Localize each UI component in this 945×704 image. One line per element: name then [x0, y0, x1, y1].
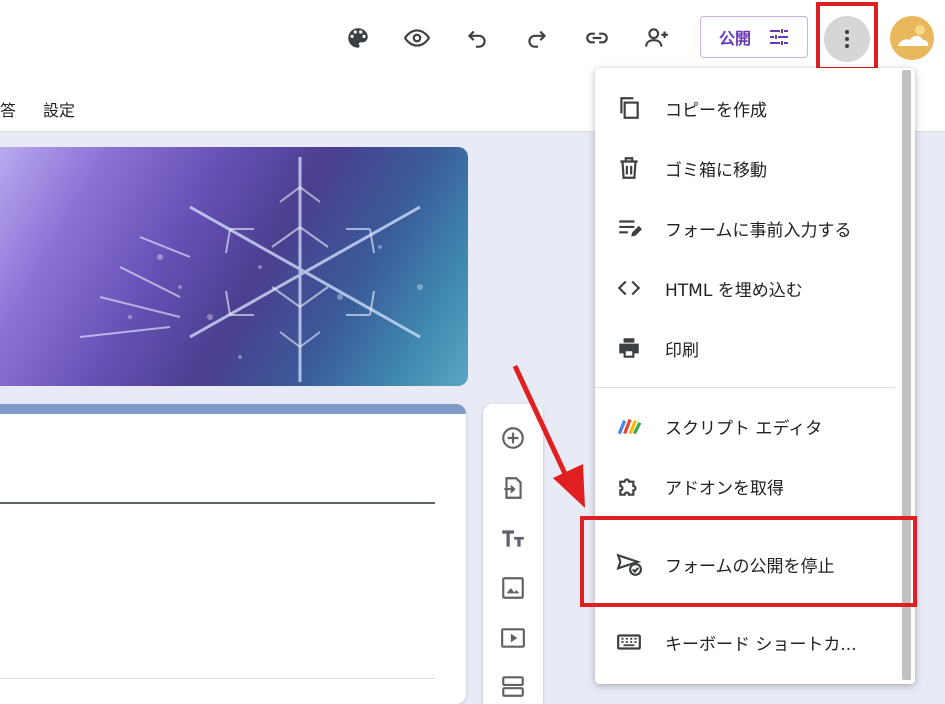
title-underline [0, 502, 435, 504]
menu-item-keyboard-shortcuts[interactable]: キーボード ショートカ... [595, 618, 900, 666]
menu-item-embed-html[interactable]: HTML を埋め込む [595, 264, 900, 312]
menu-item-label: アドオンを取得 [665, 478, 784, 499]
code-icon [615, 274, 643, 302]
menu-item-print[interactable]: 印刷 [595, 324, 900, 372]
tab-responses[interactable]: 答 [0, 97, 16, 121]
tab-settings[interactable]: 設定 [43, 97, 75, 121]
menu-item-label: スクリプト エディタ [665, 418, 823, 439]
keyboard-icon [615, 628, 643, 656]
menu-item-label: 印刷 [665, 340, 699, 361]
highlight-more-button [816, 2, 878, 71]
menu-item-make-copy[interactable]: コピーを作成 [595, 84, 900, 132]
apps-script-icon [615, 412, 643, 440]
tune-icon [770, 29, 789, 45]
form-title-card[interactable] [0, 404, 466, 704]
menu-item-move-to-trash[interactable]: ゴミ箱に移動 [595, 144, 900, 192]
prefill-icon [615, 214, 643, 242]
menu-item-label: キーボード ショートカ... [665, 634, 857, 655]
publish-button[interactable]: 公開 [700, 16, 808, 58]
print-icon [615, 334, 643, 362]
menu-divider [595, 387, 895, 388]
trash-icon [615, 154, 643, 182]
avatar[interactable] [890, 16, 934, 60]
add-title-icon[interactable] [499, 524, 527, 552]
menu-item-label: コピーを作成 [665, 100, 767, 121]
add-image-icon[interactable] [499, 574, 527, 602]
menu-item-get-addons[interactable]: アドオンを取得 [595, 462, 900, 510]
add-video-icon[interactable] [499, 624, 527, 652]
publish-label: 公開 [719, 29, 752, 48]
menu-item-label: フォームに事前入力する [665, 220, 852, 241]
puzzle-icon [615, 472, 643, 500]
preview-eye-icon[interactable] [399, 20, 435, 56]
menu-item-label: ゴミ箱に移動 [665, 160, 767, 181]
redo-icon[interactable] [519, 20, 555, 56]
header-banner-image [0, 147, 468, 386]
highlight-stop-publishing [580, 516, 917, 607]
link-icon[interactable] [579, 20, 615, 56]
menu-item-prefill-form[interactable]: フォームに事前入力する [595, 204, 900, 252]
add-section-icon[interactable] [499, 672, 527, 700]
add-collaborator-icon[interactable] [639, 20, 675, 56]
menu-item-script-editor[interactable]: スクリプト エディタ [595, 402, 900, 450]
description-underline [0, 678, 435, 679]
undo-icon[interactable] [459, 20, 495, 56]
menu-item-label: HTML を埋め込む [665, 280, 803, 301]
copy-icon [615, 94, 643, 122]
annotation-arrow [512, 364, 585, 508]
snowflake-image [79, 157, 423, 382]
palette-icon[interactable] [340, 20, 376, 56]
